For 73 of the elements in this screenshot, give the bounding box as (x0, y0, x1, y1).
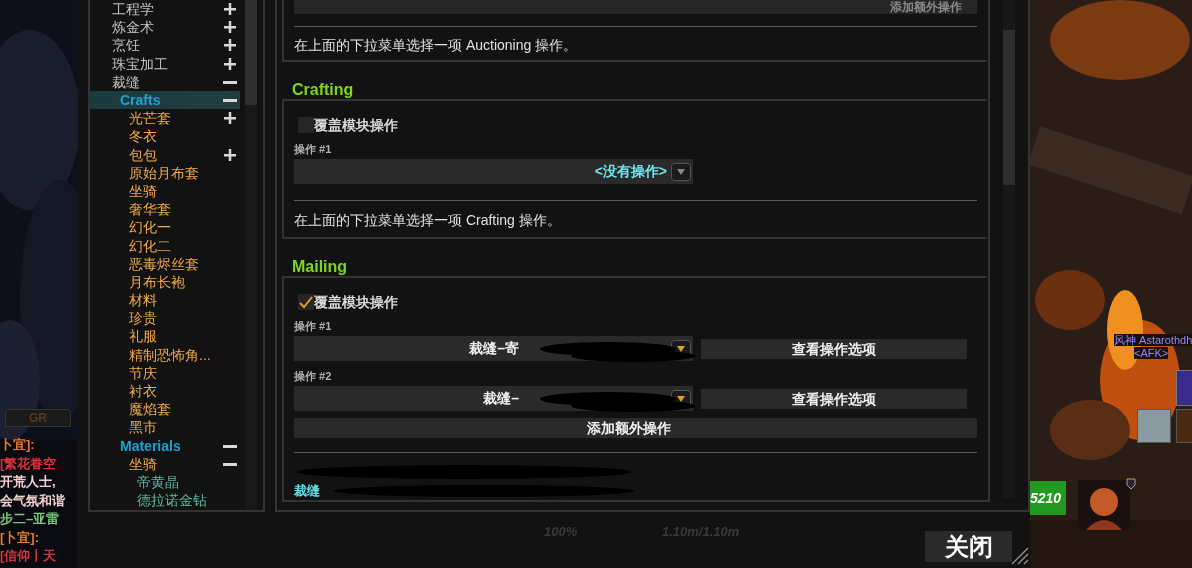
dropdown[interactable]: <没有操作> (294, 159, 693, 184)
expand-icon[interactable] (224, 148, 236, 161)
tree-item[interactable]: 坐骑 (90, 454, 240, 473)
tree-item[interactable]: 光芒套 (90, 109, 240, 128)
tree-item[interactable]: 坐骑 (90, 181, 240, 201)
expand-icon[interactable] (224, 3, 236, 15)
tree-item[interactable]: 炼金术 (90, 18, 240, 37)
tree-item[interactable]: 月布长袍 (90, 272, 240, 291)
tree-item[interactable]: 德拉诺金钻 (90, 491, 240, 510)
section-title: Mailing (292, 258, 349, 276)
tree-item[interactable]: Crafts (90, 90, 240, 110)
add-operation-button[interactable]: 添加额外操作 (294, 0, 977, 14)
dropdown[interactable]: 裁缝– (294, 386, 693, 411)
health-bar: 5210 (1030, 481, 1066, 515)
check-icon (298, 294, 314, 310)
expand-icon[interactable] (224, 21, 236, 34)
tree-item[interactable]: 幻化一 (90, 218, 240, 237)
dropdown[interactable]: 裁缝–寄 (294, 336, 693, 361)
scrollbar-thumb[interactable] (1003, 30, 1015, 185)
close-button[interactable]: 关闭 (925, 531, 1012, 562)
tree-item[interactable]: 衬衣 (90, 381, 240, 401)
field-label: 操作 #1 (294, 319, 333, 333)
scrollbar-track[interactable] (245, 0, 257, 510)
tree-item[interactable]: 工程学 (90, 0, 240, 19)
checkbox-label: 覆盖模块操作 (314, 292, 398, 312)
checkbox-label: 覆盖模块操作 (314, 115, 398, 135)
scrollbar-thumb[interactable] (245, 0, 257, 105)
tree-item[interactable]: 奢华套 (90, 200, 240, 219)
tree-item[interactable]: 恶毒烬丝套 (90, 254, 240, 273)
options-button[interactable]: 查看操作选项 (701, 338, 967, 359)
resize-grip-icon[interactable] (1010, 546, 1030, 566)
checkbox[interactable] (298, 294, 314, 310)
chat-line: 开荒人士, (0, 473, 57, 491)
expand-icon[interactable] (224, 112, 236, 125)
chat-line: 卜宜]: (0, 436, 36, 454)
tree-item[interactable]: 珠宝加工 (90, 54, 240, 73)
tree-item[interactable]: 原始月布套 (90, 163, 240, 182)
tree-item[interactable]: 帝黄晶 (90, 472, 240, 492)
tree-item[interactable]: 精制恐怖角... (90, 345, 240, 364)
crystal-icon[interactable] (1137, 409, 1171, 443)
spell-icon[interactable] (1176, 370, 1192, 406)
add-operation-button[interactable]: 添加额外操作 (294, 418, 977, 438)
tree-item[interactable]: 裁缝 (90, 72, 240, 91)
tree-item[interactable]: 魔焰套 (90, 400, 240, 419)
field-label: 操作 #2 (294, 369, 333, 383)
expand-icon[interactable] (224, 39, 236, 52)
help-text: 在上面的下拉菜单选择一项 Auctioning 操作。 (294, 36, 579, 54)
tree-item[interactable]: 烹饪 (90, 36, 240, 55)
scrollbar-track[interactable] (1003, 0, 1015, 498)
player-nameplate: 风神 Astarothdh (1114, 334, 1192, 346)
chat-line: 步二–亚雷 (0, 510, 61, 528)
shield-icon (1126, 478, 1136, 490)
tree-item[interactable]: 幻化二 (90, 236, 240, 255)
portrait-avatar[interactable] (1078, 480, 1130, 530)
tree-item[interactable]: 包包 (90, 145, 240, 164)
tree-item[interactable]: Materials (90, 436, 240, 455)
summary-text: 裁缝 (294, 483, 321, 499)
field-label: 操作 #1 (294, 142, 333, 156)
tree-item[interactable]: 冬衣 (90, 127, 240, 146)
options-button[interactable]: 查看操作选项 (701, 388, 967, 409)
chat-line: [卜宜]: (0, 528, 40, 547)
tree-item[interactable]: 材料 (90, 291, 240, 310)
tree-item[interactable]: 珍贵 (90, 309, 240, 328)
chat-line: [繁花眷空 (0, 454, 58, 473)
tree-item[interactable]: 礼服 (90, 327, 240, 346)
status-label: <AFK> (1134, 347, 1169, 359)
expand-icon[interactable] (224, 57, 236, 70)
help-text: 在上面的下拉菜单选择一项 Crafting 操作。 (294, 211, 562, 229)
chat-line: 会气氛和谐 (0, 491, 65, 510)
tree-item[interactable]: 节庆 (90, 363, 240, 382)
tree-item[interactable]: 黑市 (90, 418, 240, 437)
section-title: Crafting (292, 81, 355, 99)
chat-line: [信仰丨天 (0, 547, 58, 565)
